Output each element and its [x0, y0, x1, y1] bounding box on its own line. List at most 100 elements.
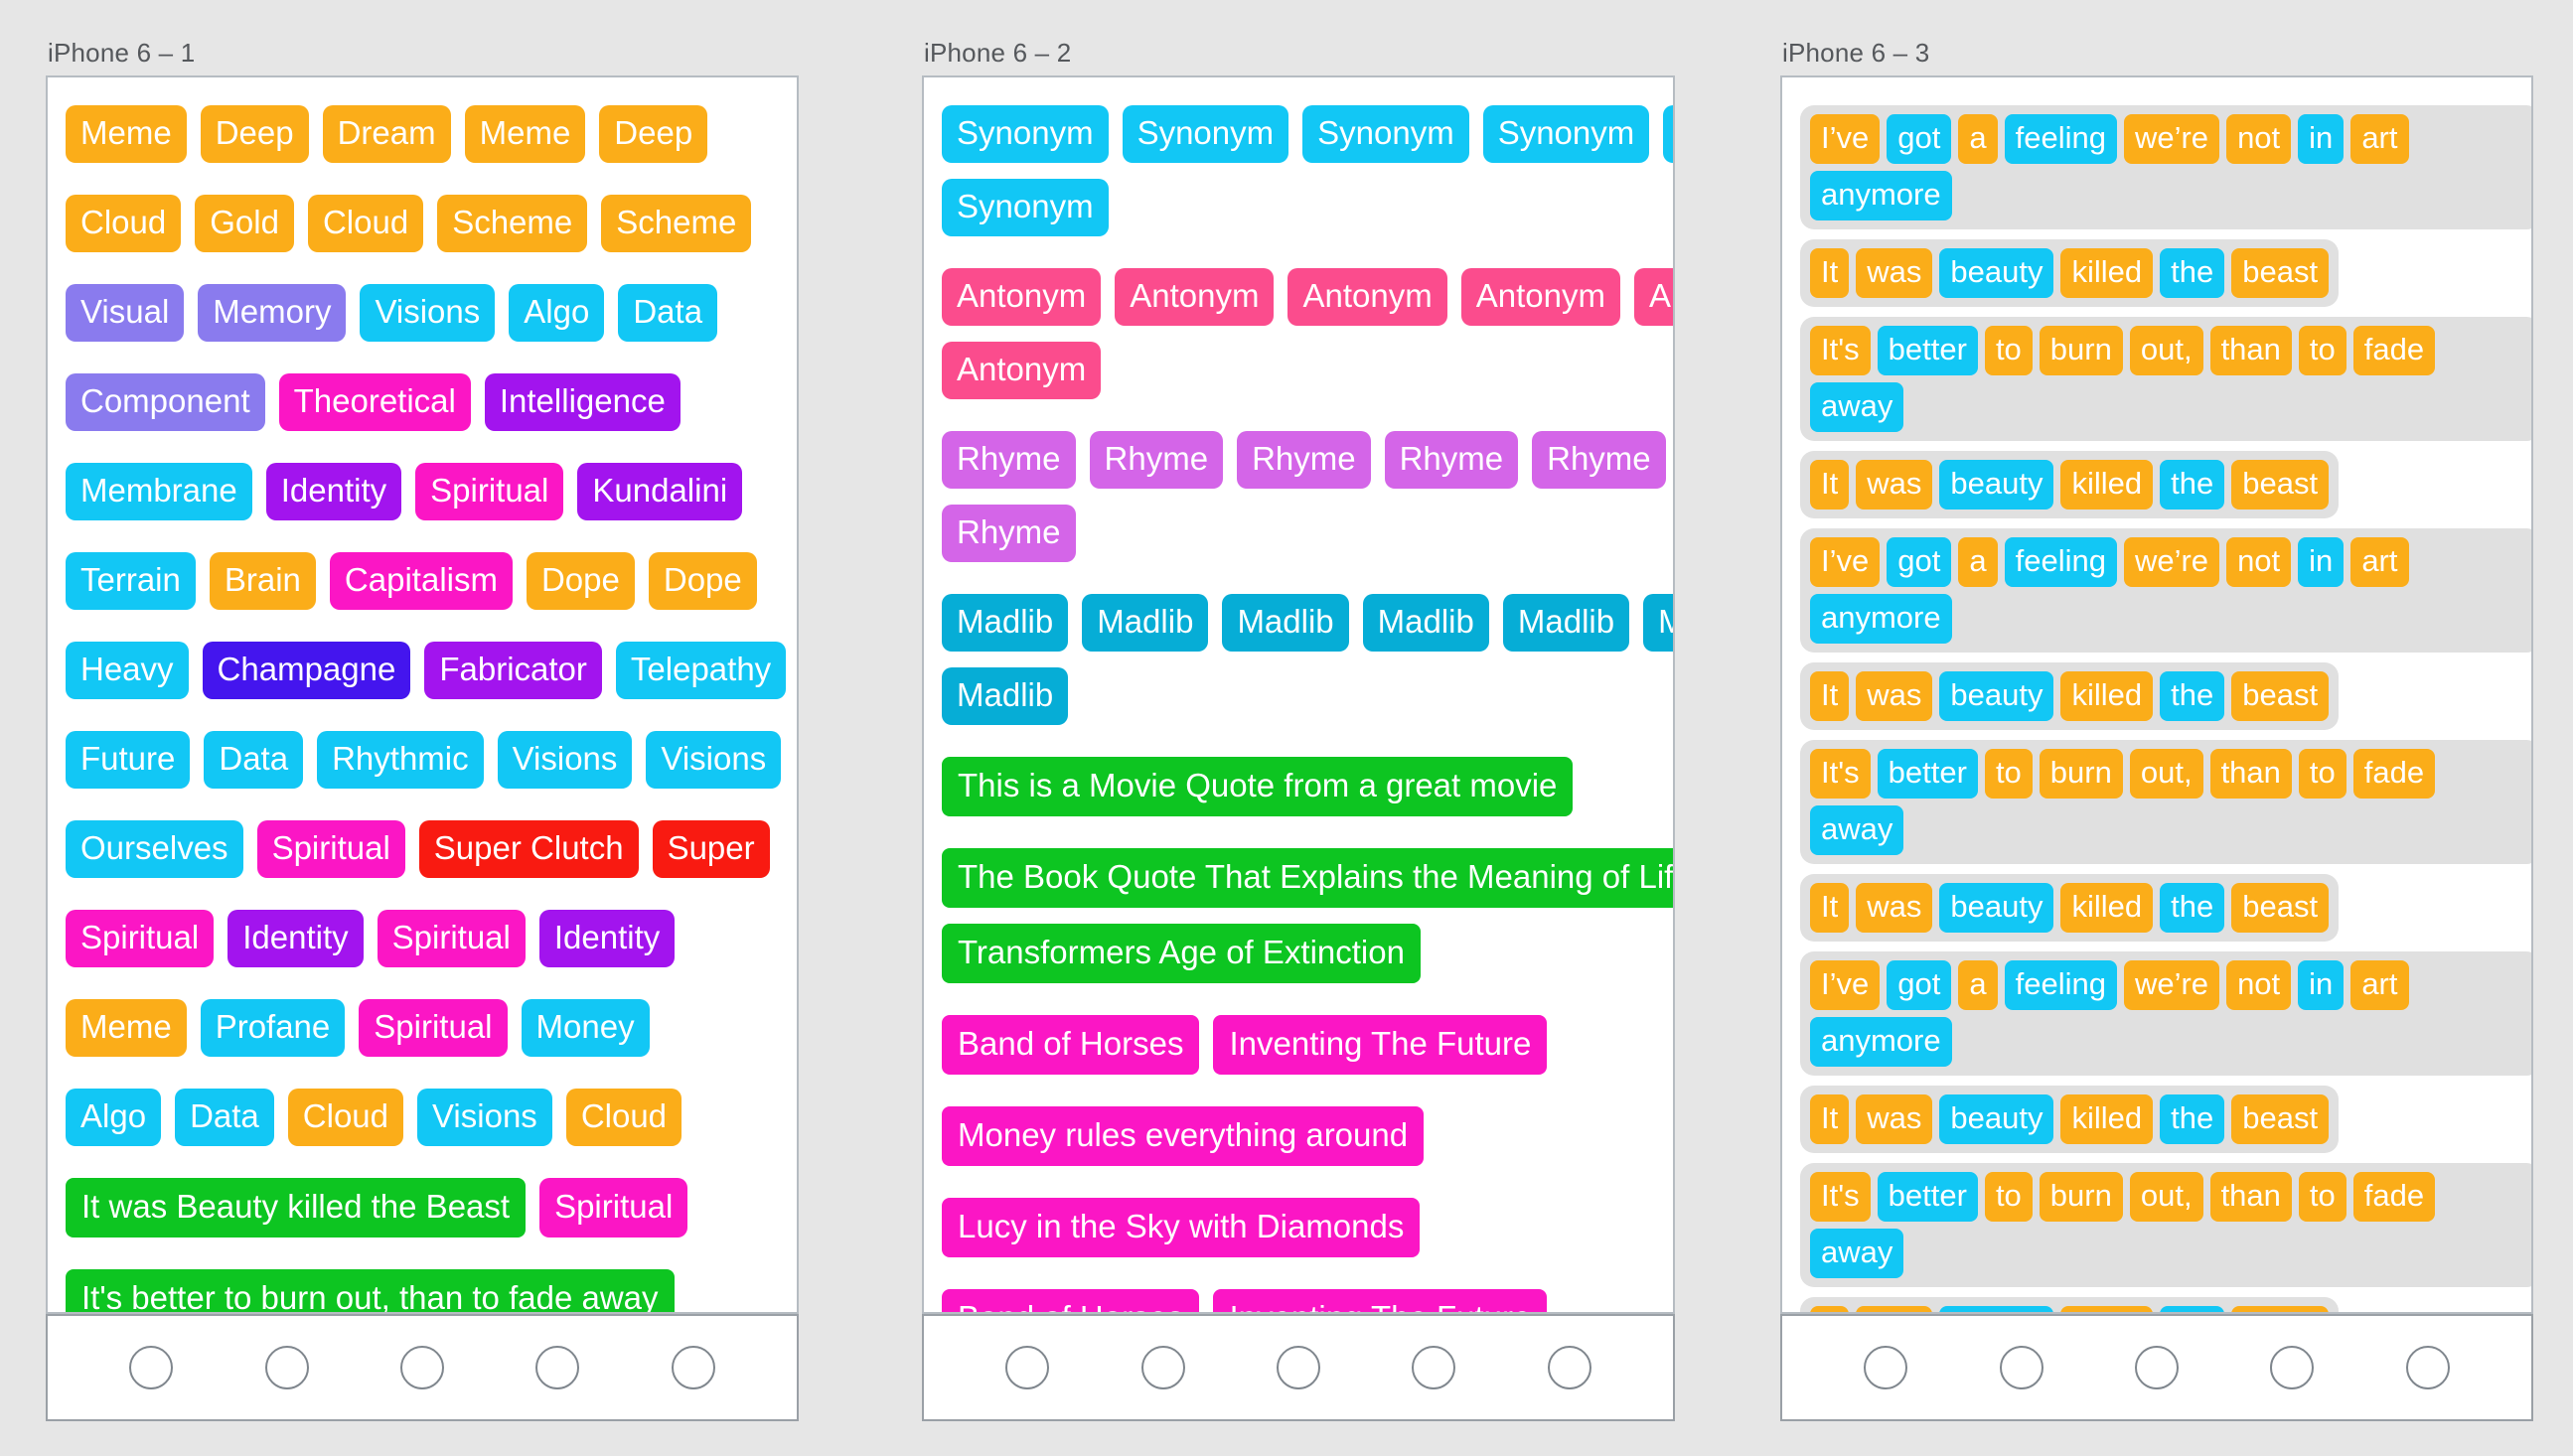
tab-button-3[interactable]: [399, 1346, 444, 1389]
tag-chip[interactable]: Spiritual: [539, 1178, 688, 1238]
phrase-group[interactable]: It's better to burn out, than to fade away: [1800, 1163, 2531, 1287]
word-chip[interactable]: got: [1887, 114, 1952, 164]
phrase-group[interactable]: Itwasbeautykilledthebeast: [1800, 239, 2340, 307]
word-chip[interactable]: to: [1984, 749, 2033, 799]
tab-button-3[interactable]: [1276, 1346, 1320, 1389]
word-chip[interactable]: beauty: [1939, 1094, 2054, 1144]
phrase-group[interactable]: It's better to burn out, than to fade away: [1800, 317, 2531, 441]
tag-chip[interactable]: This is a Movie Quote from a great movie: [942, 757, 1574, 816]
tag-chip[interactable]: Money rules everything around: [942, 1106, 1425, 1166]
tag-chip[interactable]: Meme: [66, 105, 187, 163]
tag-chip[interactable]: Synonym: [1482, 105, 1650, 163]
tag-chip[interactable]: Scheme: [437, 195, 588, 252]
word-chip[interactable]: away: [1810, 382, 1904, 432]
tag-chip[interactable]: Visions: [360, 284, 496, 342]
tag-chip[interactable]: Identity: [538, 910, 676, 967]
tag-chip[interactable]: Rhythmic: [317, 731, 484, 789]
word-chip[interactable]: It: [1810, 883, 1850, 933]
word-chip[interactable]: was: [1856, 883, 1933, 933]
word-chip[interactable]: fade: [2352, 749, 2436, 799]
word-chip[interactable]: the: [2160, 671, 2225, 721]
tag-chip[interactable]: Profane: [200, 999, 346, 1057]
tag-chip[interactable]: Data: [175, 1089, 274, 1146]
tab-button-2[interactable]: [1999, 1346, 2043, 1389]
phrase-group[interactable]: Itwasbeautykilledthebeast: [1800, 874, 2340, 942]
phrase-group[interactable]: Itwasbeautykilledthebeast: [1800, 662, 2340, 730]
word-chip[interactable]: art: [2350, 114, 2409, 164]
tag-chip[interactable]: Antonym: [1633, 268, 1673, 326]
tag-chip[interactable]: Scheme: [601, 195, 752, 252]
tag-chip[interactable]: Spiritual: [359, 999, 508, 1057]
tab-button-5[interactable]: [2405, 1346, 2450, 1389]
word-chip[interactable]: to: [2298, 749, 2346, 799]
word-chip[interactable]: was: [1856, 1306, 1933, 1312]
tag-chip[interactable]: Synonym: [942, 105, 1109, 163]
tag-chip[interactable]: Antonym: [942, 342, 1102, 399]
word-chip[interactable]: It: [1810, 248, 1850, 298]
tag-chip[interactable]: Kundalini: [577, 463, 743, 520]
tag-chip[interactable]: Visions: [497, 731, 633, 789]
word-chip[interactable]: out,: [2129, 749, 2203, 799]
tag-chip[interactable]: Algo: [509, 284, 605, 342]
tag-chip[interactable]: Super: [652, 820, 770, 878]
tag-chip[interactable]: Inventing The Future: [1213, 1289, 1548, 1312]
tag-chip[interactable]: Ourselves: [66, 820, 243, 878]
tab-button-5[interactable]: [1547, 1346, 1591, 1389]
word-chip[interactable]: killed: [2060, 671, 2154, 721]
word-chip[interactable]: anymore: [1810, 594, 1952, 644]
word-chip[interactable]: fade: [2352, 1172, 2436, 1222]
tag-chip[interactable]: Future: [66, 731, 191, 789]
word-chip[interactable]: I’ve: [1810, 537, 1881, 587]
tag-chip[interactable]: Brain: [209, 552, 316, 610]
word-chip[interactable]: It: [1810, 460, 1850, 510]
tag-chip[interactable]: Data: [204, 731, 304, 789]
word-chip[interactable]: killed: [2060, 883, 2154, 933]
word-chip[interactable]: not: [2226, 960, 2292, 1010]
word-chip[interactable]: a: [1958, 114, 1998, 164]
tab-button-1[interactable]: [1005, 1346, 1050, 1389]
word-chip[interactable]: away: [1810, 805, 1904, 855]
word-chip[interactable]: feeling: [2004, 114, 2117, 164]
word-chip[interactable]: to: [1984, 1172, 2033, 1222]
tab-button-4[interactable]: [2270, 1346, 2315, 1389]
tag-chip[interactable]: Algo: [66, 1089, 162, 1146]
word-chip[interactable]: we’re: [2123, 114, 2220, 164]
tag-chip[interactable]: Telepathy: [615, 642, 787, 699]
word-chip[interactable]: killed: [2060, 248, 2154, 298]
tag-chip[interactable]: Intelligence: [484, 373, 681, 431]
tab-button-5[interactable]: [671, 1346, 715, 1389]
tag-chip[interactable]: Rhyme: [1532, 431, 1666, 489]
word-chip[interactable]: in: [2298, 960, 2345, 1010]
tag-chip[interactable]: Madlib: [1362, 594, 1489, 652]
word-chip[interactable]: the: [2160, 883, 2225, 933]
word-chip[interactable]: better: [1877, 749, 1978, 799]
tag-chip[interactable]: Champagne: [202, 642, 411, 699]
tag-chip[interactable]: Theoretical: [278, 373, 471, 431]
word-chip[interactable]: away: [1810, 1229, 1904, 1278]
tag-chip[interactable]: Antonym: [1115, 268, 1275, 326]
tag-chip[interactable]: Identity: [265, 463, 402, 520]
tag-chip[interactable]: Spiritual: [256, 820, 405, 878]
word-chip[interactable]: killed: [2060, 1094, 2154, 1144]
tag-chip[interactable]: Rhyme: [942, 431, 1076, 489]
tag-chip[interactable]: Madlib: [942, 667, 1069, 725]
tag-chip[interactable]: Visual: [66, 284, 185, 342]
word-chip[interactable]: killed: [2060, 460, 2154, 510]
tag-chip[interactable]: It's better to burn out, than to fade aw…: [66, 1269, 675, 1312]
word-chip[interactable]: fade: [2352, 326, 2436, 375]
word-chip[interactable]: in: [2298, 537, 2345, 587]
tab-button-1[interactable]: [1864, 1346, 1908, 1389]
word-chip[interactable]: It's: [1810, 1172, 1871, 1222]
tab-button-3[interactable]: [2134, 1346, 2179, 1389]
word-chip[interactable]: got: [1887, 537, 1952, 587]
word-chip[interactable]: to: [2298, 326, 2346, 375]
tag-chip[interactable]: It was Beauty killed the Beast: [66, 1178, 527, 1238]
word-chip[interactable]: It's: [1810, 749, 1871, 799]
tab-button-1[interactable]: [129, 1346, 174, 1389]
word-chip[interactable]: the: [2160, 1306, 2225, 1312]
word-chip[interactable]: killed: [2060, 1306, 2154, 1312]
word-chip[interactable]: out,: [2129, 1172, 2203, 1222]
word-chip[interactable]: was: [1856, 248, 1933, 298]
word-chip[interactable]: It's: [1810, 326, 1871, 375]
word-chip[interactable]: art: [2350, 537, 2409, 587]
